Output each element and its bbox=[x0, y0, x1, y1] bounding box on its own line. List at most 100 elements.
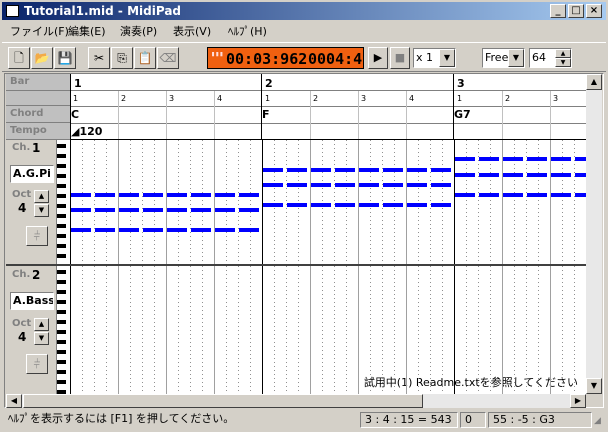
note-block[interactable] bbox=[95, 228, 115, 232]
stepper-up-icon[interactable]: ▲ bbox=[555, 49, 571, 58]
note-block[interactable] bbox=[119, 193, 139, 197]
note-block[interactable] bbox=[455, 157, 475, 161]
minimize-button[interactable]: _ bbox=[550, 4, 566, 18]
menu-help[interactable]: ﾍﾙﾌﾟ(H) bbox=[228, 23, 267, 39]
note-block[interactable] bbox=[119, 208, 139, 212]
vertical-scrollbar[interactable]: ▲ ▼ bbox=[586, 74, 602, 394]
note-block[interactable] bbox=[71, 208, 91, 212]
note-block[interactable] bbox=[527, 173, 547, 177]
note-grid-2[interactable]: 試用中(1) Readme.txtを参照してください bbox=[70, 266, 586, 394]
menu-edit[interactable]: 編集(E) bbox=[68, 23, 106, 39]
note-block[interactable] bbox=[71, 228, 91, 232]
note-block[interactable] bbox=[143, 208, 163, 212]
play-button[interactable]: ▶ bbox=[368, 47, 388, 69]
tempo-marker[interactable]: ◢120 bbox=[71, 125, 102, 138]
note-block[interactable] bbox=[119, 228, 139, 232]
scroll-down-button[interactable]: ▼ bbox=[586, 378, 602, 394]
speed-select[interactable]: x 1 ▼ bbox=[413, 48, 456, 68]
note-block[interactable] bbox=[215, 208, 235, 212]
chord-label[interactable]: C bbox=[71, 108, 79, 121]
note-block[interactable] bbox=[575, 173, 586, 177]
note-block[interactable] bbox=[407, 168, 427, 172]
note-block[interactable] bbox=[479, 157, 499, 161]
note-block[interactable] bbox=[359, 168, 379, 172]
note-block[interactable] bbox=[431, 168, 451, 172]
paste-button[interactable]: 📋 bbox=[134, 47, 156, 69]
octave-down-button[interactable]: ▼ bbox=[34, 204, 49, 217]
note-block[interactable] bbox=[431, 183, 451, 187]
note-block[interactable] bbox=[239, 208, 259, 212]
menu-view[interactable]: 表示(V) bbox=[173, 23, 211, 39]
note-block[interactable] bbox=[167, 228, 187, 232]
stepper-down-icon[interactable]: ▼ bbox=[555, 58, 571, 67]
chevron-down-icon[interactable]: ▼ bbox=[439, 49, 455, 67]
scroll-left-button[interactable]: ◀ bbox=[6, 394, 22, 408]
note-block[interactable] bbox=[479, 193, 499, 197]
note-block[interactable] bbox=[263, 168, 283, 172]
note-block[interactable] bbox=[287, 168, 307, 172]
note-block[interactable] bbox=[575, 193, 586, 197]
note-block[interactable] bbox=[503, 193, 523, 197]
resize-grip-icon[interactable]: ◢ bbox=[594, 416, 601, 426]
note-block[interactable] bbox=[287, 183, 307, 187]
octave-up-button[interactable]: ▲ bbox=[34, 318, 49, 331]
note-block[interactable] bbox=[167, 208, 187, 212]
instrument-field[interactable]: A.Bass bbox=[10, 292, 54, 310]
note-block[interactable] bbox=[551, 173, 571, 177]
note-block[interactable] bbox=[407, 203, 427, 207]
note-block[interactable] bbox=[143, 228, 163, 232]
note-block[interactable] bbox=[263, 183, 283, 187]
quantize-stepper[interactable]: 64 ▲ ▼ bbox=[529, 48, 572, 68]
stop-button[interactable]: ■ bbox=[390, 47, 410, 69]
chevron-down-icon[interactable]: ▼ bbox=[508, 49, 524, 67]
note-block[interactable] bbox=[503, 173, 523, 177]
note-block[interactable] bbox=[551, 193, 571, 197]
timeline-ruler[interactable]: 1 2 3 1 2 3 4 1 2 3 4 1 2 3 C F G7 ◢120 bbox=[70, 74, 586, 140]
note-block[interactable] bbox=[551, 157, 571, 161]
instrument-field[interactable]: A.G.Pi bbox=[10, 165, 54, 183]
note-block[interactable] bbox=[263, 203, 283, 207]
note-block[interactable] bbox=[383, 168, 403, 172]
note-block[interactable] bbox=[527, 193, 547, 197]
note-block[interactable] bbox=[191, 208, 211, 212]
mixer-button[interactable]: ⫩ bbox=[26, 354, 48, 374]
note-block[interactable] bbox=[215, 193, 235, 197]
note-block[interactable] bbox=[95, 193, 115, 197]
note-block[interactable] bbox=[383, 203, 403, 207]
note-block[interactable] bbox=[167, 193, 187, 197]
note-block[interactable] bbox=[287, 203, 307, 207]
horizontal-scrollbar[interactable]: ◀ ▶ bbox=[6, 394, 586, 408]
mixer-button[interactable]: ⫩ bbox=[26, 226, 48, 246]
scroll-thumb[interactable] bbox=[23, 394, 423, 408]
note-grid-1[interactable] bbox=[70, 140, 586, 264]
maximize-button[interactable]: □ bbox=[568, 4, 584, 18]
note-block[interactable] bbox=[407, 183, 427, 187]
note-block[interactable] bbox=[311, 203, 331, 207]
note-block[interactable] bbox=[335, 168, 355, 172]
note-block[interactable] bbox=[71, 193, 91, 197]
note-block[interactable] bbox=[575, 157, 586, 161]
delete-button[interactable]: ⌫ bbox=[157, 47, 179, 69]
note-block[interactable] bbox=[311, 183, 331, 187]
note-block[interactable] bbox=[359, 183, 379, 187]
note-block[interactable] bbox=[191, 193, 211, 197]
save-button[interactable]: 💾 bbox=[54, 47, 76, 69]
note-block[interactable] bbox=[383, 183, 403, 187]
note-block[interactable] bbox=[359, 203, 379, 207]
menu-play[interactable]: 演奏(P) bbox=[120, 23, 157, 39]
note-block[interactable] bbox=[311, 168, 331, 172]
note-block[interactable] bbox=[431, 203, 451, 207]
note-block[interactable] bbox=[95, 208, 115, 212]
snap-select[interactable]: Free ▼ bbox=[482, 48, 525, 68]
note-block[interactable] bbox=[215, 228, 235, 232]
piano-keys-2[interactable] bbox=[56, 266, 70, 394]
copy-button[interactable]: ⎘ bbox=[111, 47, 133, 69]
open-file-button[interactable]: 📂 bbox=[31, 47, 53, 69]
octave-down-button[interactable]: ▼ bbox=[34, 332, 49, 345]
note-block[interactable] bbox=[239, 228, 259, 232]
scroll-right-button[interactable]: ▶ bbox=[570, 394, 586, 408]
scroll-up-button[interactable]: ▲ bbox=[586, 74, 602, 90]
note-block[interactable] bbox=[239, 193, 259, 197]
new-file-button[interactable]: 🗋 bbox=[8, 47, 30, 69]
menu-file[interactable]: ファイル(F) bbox=[10, 23, 69, 39]
